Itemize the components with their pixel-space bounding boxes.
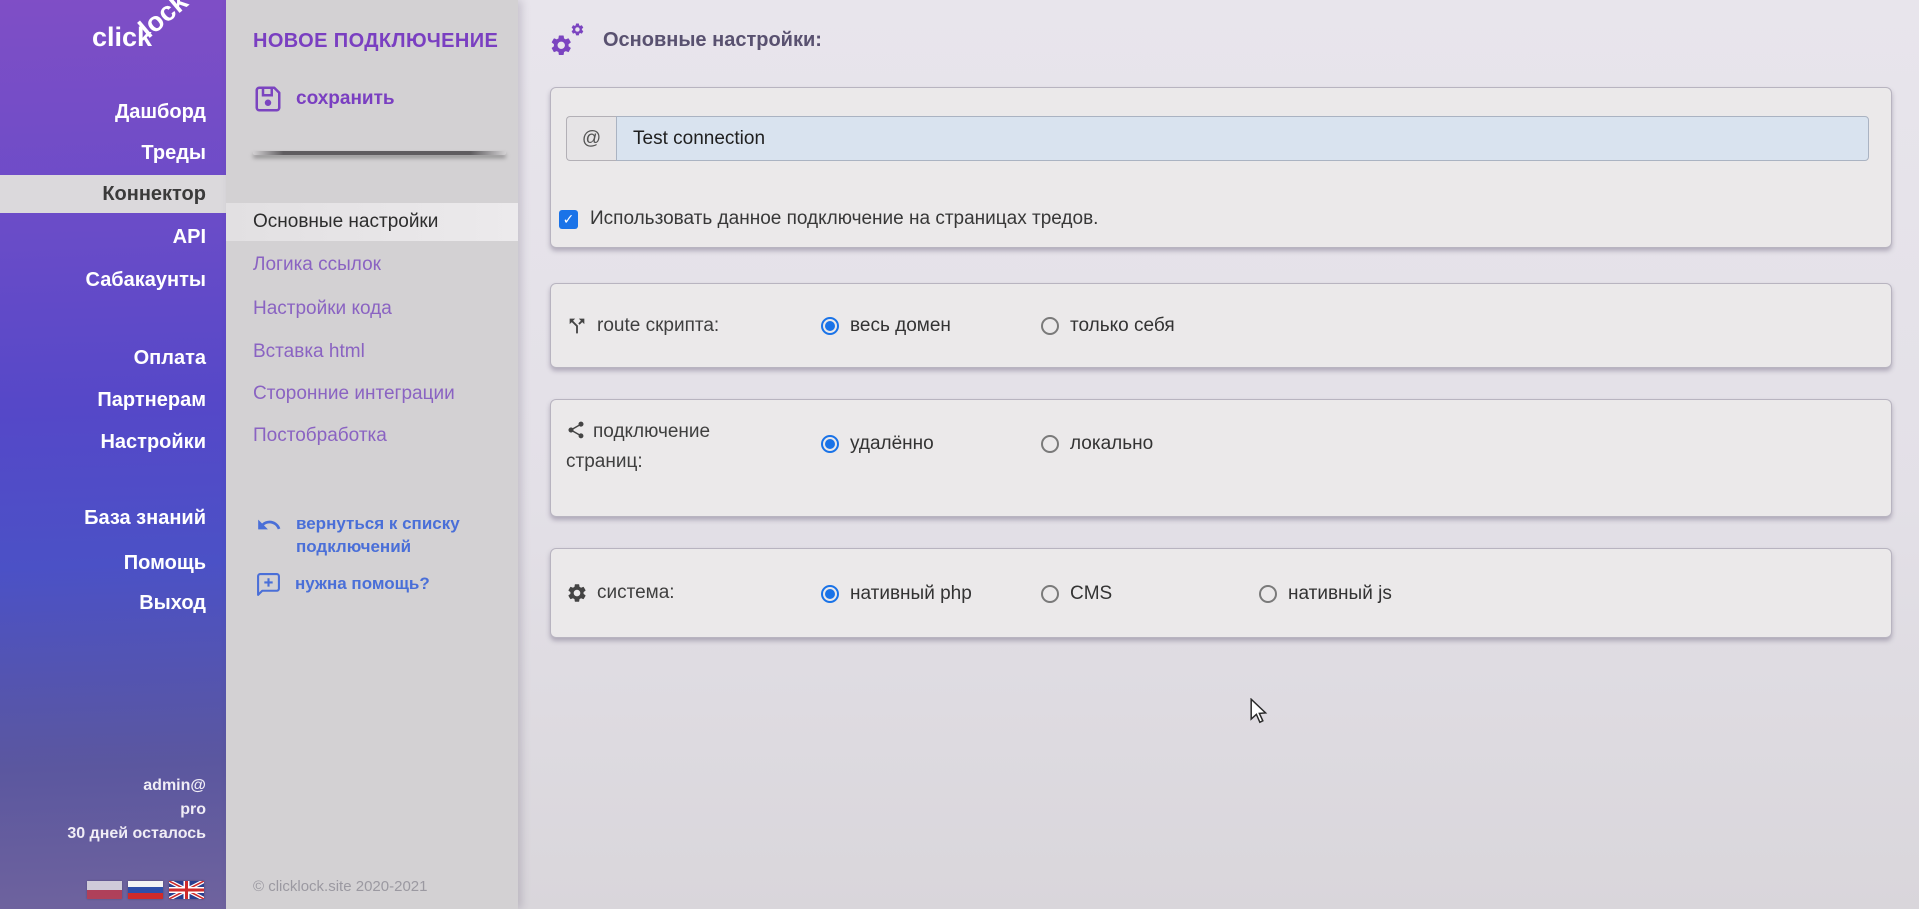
script-route-card: route скрипта: весь домен только себя <box>550 283 1892 368</box>
sidebar-item-api[interactable]: API <box>0 218 206 256</box>
account-email: admin@ <box>67 774 206 798</box>
radio-unselected-icon <box>1041 435 1059 453</box>
sidebar-item-payment[interactable]: Оплата <box>0 339 206 377</box>
radio-option-whole-domain[interactable]: весь домен <box>821 314 951 338</box>
route-icon <box>566 315 588 337</box>
script-route-label: route скрипта: <box>597 315 719 337</box>
panel-item-postprocessing[interactable]: Постобработка <box>226 417 518 455</box>
radio-option-local[interactable]: локально <box>1041 432 1153 456</box>
radio-selected-icon <box>821 317 839 335</box>
account-days-left: 30 дней осталось <box>67 822 206 846</box>
sidebar-item-dashboard[interactable]: Дашборд <box>0 93 206 131</box>
radio-option-native-php[interactable]: нативный php <box>821 582 972 606</box>
panel-item-link-logic[interactable]: Логика ссылок <box>226 246 518 284</box>
save-button[interactable]: сохранить <box>253 84 395 114</box>
use-on-threads-row: ✓ Использовать данное подключение на стр… <box>559 208 1098 230</box>
radio-option-cms[interactable]: CMS <box>1041 582 1112 606</box>
sidebar-item-knowledge-base[interactable]: База знаний <box>0 499 206 537</box>
panel-item-code-settings[interactable]: Настройки кода <box>226 290 518 328</box>
panel-title: НОВОЕ ПОДКЛЮЧЕНИЕ <box>253 30 498 53</box>
need-help-label: нужна помощь? <box>295 572 430 595</box>
script-route-label-row: route скрипта: <box>566 284 719 367</box>
system-label: система: <box>597 582 675 604</box>
sidebar-item-help[interactable]: Помощь <box>0 544 206 582</box>
add-comment-icon <box>256 572 281 597</box>
russia-flag[interactable] <box>128 881 163 899</box>
back-to-list-link[interactable]: вернуться к списку подключений <box>256 512 481 558</box>
sidebar-item-subaccounts[interactable]: Сабакаунты <box>0 261 206 299</box>
gear-icon <box>566 582 588 604</box>
panel-item-html-insert[interactable]: Вставка html <box>226 333 518 371</box>
sidebar: clicklock Дашборд Треды Коннектор API Са… <box>0 0 226 909</box>
account-plan: pro <box>67 798 206 822</box>
main-heading: Основные настройки: <box>547 22 822 58</box>
at-sign-prefix: @ <box>566 116 616 161</box>
radio-unselected-icon <box>1041 585 1059 603</box>
check-icon: ✓ <box>563 211 575 228</box>
sidebar-item-partners[interactable]: Партнерам <box>0 381 206 419</box>
system-label-row: система: <box>566 549 675 637</box>
account-info: admin@ pro 30 дней осталось <box>67 774 206 846</box>
save-floppy-icon <box>253 84 283 114</box>
clicklock-admin-app: clicklock Дашборд Треды Коннектор API Са… <box>0 0 1919 909</box>
sidebar-item-logout[interactable]: Выход <box>0 584 206 622</box>
pages-connection-card: подключение страниц: удалённо локально <box>550 399 1892 517</box>
poland-flag[interactable] <box>87 881 122 899</box>
connection-panel: НОВОЕ ПОДКЛЮЧЕНИЕ сохранить Основные нас… <box>226 0 518 909</box>
pages-connection-label: подключение страниц: <box>566 417 741 477</box>
use-on-threads-checkbox[interactable]: ✓ <box>559 210 578 229</box>
connection-name-group: @ <box>566 116 1869 161</box>
uk-flag[interactable] <box>169 881 204 899</box>
radio-unselected-icon <box>1041 317 1059 335</box>
gears-icon <box>547 22 589 58</box>
radio-option-only-self[interactable]: только себя <box>1041 314 1175 338</box>
panel-item-third-party[interactable]: Сторонние интеграции <box>226 375 518 413</box>
undo-icon <box>256 512 282 538</box>
back-to-list-label: вернуться к списку подключений <box>296 512 481 558</box>
sidebar-item-settings[interactable]: Настройки <box>0 423 206 461</box>
radio-selected-icon <box>821 585 839 603</box>
need-help-link[interactable]: нужна помощь? <box>256 572 430 597</box>
save-button-label: сохранить <box>296 88 395 110</box>
connection-name-input[interactable] <box>616 116 1869 161</box>
radio-option-remote[interactable]: удалённо <box>821 432 934 456</box>
clicklock-logo: clicklock <box>92 22 206 53</box>
language-switcher <box>87 881 204 899</box>
system-card: система: нативный php CMS нативный js <box>550 548 1892 638</box>
mouse-cursor <box>1246 698 1270 724</box>
share-icon <box>566 420 586 440</box>
connection-name-card: @ ✓ Использовать данное подключение на с… <box>550 87 1892 248</box>
panel-divider <box>253 151 506 155</box>
copyright: © clicklock.site 2020-2021 <box>253 878 427 895</box>
main-heading-label: Основные настройки: <box>603 29 822 52</box>
radio-selected-icon <box>821 435 839 453</box>
use-on-threads-label: Использовать данное подключение на стран… <box>590 208 1098 230</box>
sidebar-item-threads[interactable]: Треды <box>0 134 206 172</box>
radio-unselected-icon <box>1259 585 1277 603</box>
radio-option-native-js[interactable]: нативный js <box>1259 582 1392 606</box>
panel-item-general-settings[interactable]: Основные настройки <box>226 203 518 241</box>
sidebar-item-connector[interactable]: Коннектор <box>0 175 226 213</box>
